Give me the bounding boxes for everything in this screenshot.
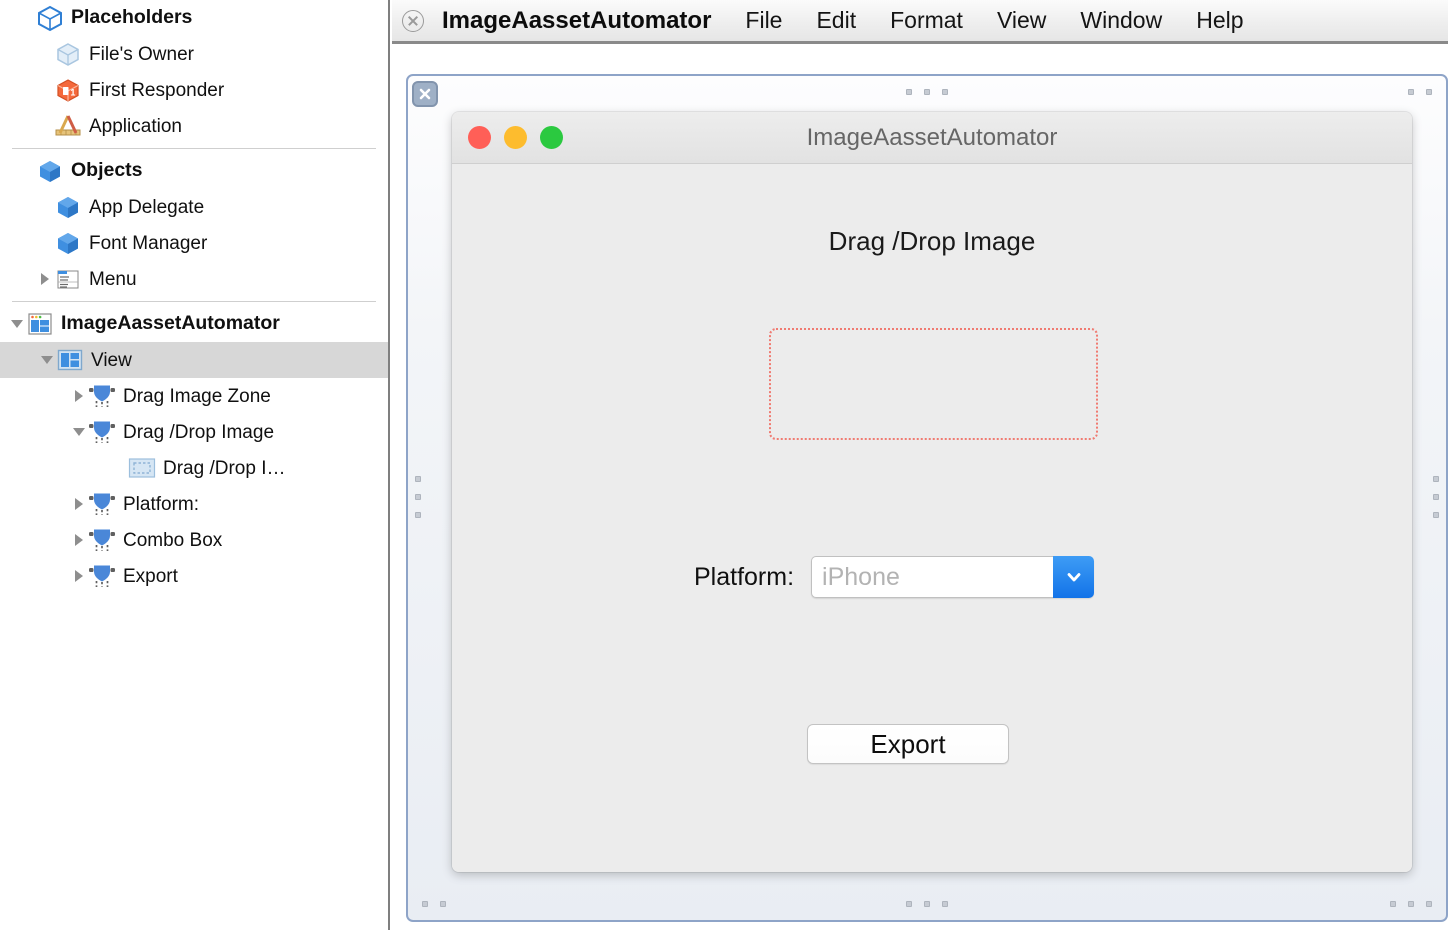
outline-item-view[interactable]: View <box>0 342 388 378</box>
menu-item-window[interactable]: Window <box>1080 7 1162 34</box>
cube-orange-one-icon: 1 <box>54 76 82 104</box>
view-control-icon <box>88 490 116 518</box>
outline-group-placeholders[interactable]: Placeholders <box>0 0 388 36</box>
platform-combo-box[interactable]: iPhone <box>811 556 1094 598</box>
outline-item-label: Platform: <box>123 495 199 514</box>
outline-item-first-responder[interactable]: 1 First Responder <box>0 72 388 108</box>
menu-item-help[interactable]: Help <box>1196 7 1243 34</box>
outline-item-drag-image-zone[interactable]: Drag Image Zone <box>0 378 388 414</box>
app-window-titlebar: ImageAassetAutomator <box>452 112 1412 164</box>
outline-item-label: Application <box>89 117 182 136</box>
cube-wireframe-icon <box>54 40 82 68</box>
canvas-sheet: ImageAassetAutomator Drag /Drop Image Pl… <box>406 74 1448 922</box>
menu-icon <box>54 265 82 293</box>
simulated-app-window: ImageAassetAutomator Drag /Drop Image Pl… <box>452 112 1412 872</box>
outline-divider <box>12 301 376 302</box>
canvas-grip-left[interactable] <box>415 476 421 518</box>
outline-item-label: Drag /Drop Image <box>123 423 274 442</box>
canvas-grip-bottom[interactable] <box>906 901 948 907</box>
drag-drop-image-title: Drag /Drop Image <box>452 226 1412 257</box>
view-control-icon <box>88 526 116 554</box>
view-layout-icon <box>56 346 84 374</box>
outline-item-label: Menu <box>89 270 137 289</box>
canvas-grip-top[interactable] <box>906 89 948 95</box>
platform-row: Platform: iPhone <box>694 556 1094 598</box>
outline-item-label: Drag Image Zone <box>123 387 271 406</box>
platform-combo-input[interactable]: iPhone <box>811 556 1053 598</box>
outline-item-drag-drop-image[interactable]: Drag /Drop Image <box>0 414 388 450</box>
outline-item-label: Font Manager <box>89 234 207 253</box>
app-window-title: ImageAassetAutomator <box>452 124 1412 152</box>
cube-blue-icon <box>36 157 64 185</box>
svg-text:1: 1 <box>70 87 75 97</box>
platform-label: Platform: <box>694 563 794 592</box>
image-well-icon <box>128 454 156 482</box>
outline-item-document-root[interactable]: ImageAassetAutomator <box>0 306 388 342</box>
outline-item-label: File's Owner <box>89 45 194 64</box>
outline-item-files-owner[interactable]: File's Owner <box>0 36 388 72</box>
outline-item-menu[interactable]: Menu <box>0 261 388 297</box>
outline-item-label: View <box>91 351 132 370</box>
menu-item-view[interactable]: View <box>997 7 1046 34</box>
disclosure-triangle-platform[interactable] <box>70 486 88 522</box>
outline-item-platform[interactable]: Platform: <box>0 486 388 522</box>
disclosure-triangle-menu[interactable] <box>36 261 54 297</box>
app-window-content: Drag /Drop Image Platform: iPhone <box>452 164 1412 872</box>
cube-outline-icon <box>36 4 64 32</box>
ruler-pencil-icon <box>54 112 82 140</box>
close-x-icon[interactable] <box>412 81 438 107</box>
outline-group-objects[interactable]: Objects <box>0 153 388 189</box>
menu-item-edit[interactable]: Edit <box>816 7 856 34</box>
outline-item-app-delegate[interactable]: App Delegate <box>0 189 388 225</box>
disclosure-triangle-view[interactable] <box>38 342 56 378</box>
close-circle-icon[interactable] <box>402 10 424 32</box>
outline-item-label: App Delegate <box>89 198 204 217</box>
outline-item-combo-box[interactable]: Combo Box <box>0 522 388 558</box>
outline-item-label: Combo Box <box>123 531 222 550</box>
outline-item-application[interactable]: Application <box>0 108 388 144</box>
outline-item-label: ImageAassetAutomator <box>61 314 280 334</box>
menu-bar: ImageAassetAutomator File Edit Format Vi… <box>392 0 1448 44</box>
disclosure-triangle-combo-box[interactable] <box>70 522 88 558</box>
outline-item-label: Drag /Drop I… <box>163 459 285 478</box>
outline-item-font-manager[interactable]: Font Manager <box>0 225 388 261</box>
outline-divider <box>12 148 376 149</box>
window-minimize-button[interactable] <box>504 126 527 149</box>
outline-item-drag-drop-image-cell[interactable]: Drag /Drop I… <box>0 450 388 486</box>
view-control-icon <box>88 418 116 446</box>
menu-item-format[interactable]: Format <box>890 7 963 34</box>
drag-drop-image-well[interactable] <box>769 328 1098 440</box>
canvas-grip-right[interactable] <box>1433 476 1439 518</box>
window-zoom-button[interactable] <box>540 126 563 149</box>
disclosure-triangle-export[interactable] <box>70 558 88 594</box>
cube-blue-icon <box>54 193 82 221</box>
disclosure-triangle-drag-image-zone[interactable] <box>70 378 88 414</box>
outline-group-label: Placeholders <box>71 8 192 28</box>
outline-group-label: Objects <box>71 161 143 181</box>
editor-area: ImageAassetAutomator File Edit Format Vi… <box>392 0 1448 930</box>
document-outline-panel: Placeholders File's Owner 1 <box>0 0 390 930</box>
cube-blue-icon <box>54 229 82 257</box>
window-layout-icon <box>26 310 54 338</box>
canvas-grip-bottom-left[interactable] <box>422 901 446 907</box>
traffic-lights <box>468 126 563 149</box>
disclosure-triangle-drag-drop-image[interactable] <box>70 414 88 450</box>
view-control-icon <box>88 562 116 590</box>
window-close-button[interactable] <box>468 126 491 149</box>
chevron-down-icon[interactable] <box>1053 556 1094 598</box>
outline-item-label: First Responder <box>89 81 224 100</box>
disclosure-triangle-document[interactable] <box>8 306 26 342</box>
canvas-grip-top-right[interactable] <box>1408 89 1432 95</box>
view-control-icon <box>88 382 116 410</box>
outline-item-label: Export <box>123 567 178 586</box>
xcode-interface-builder-window: Placeholders File's Owner 1 <box>0 0 1448 930</box>
menu-item-file[interactable]: File <box>745 7 782 34</box>
canvas-grip-bottom-right[interactable] <box>1390 901 1432 907</box>
outline-item-export[interactable]: Export <box>0 558 388 594</box>
menu-app-title[interactable]: ImageAassetAutomator <box>442 7 711 35</box>
export-button[interactable]: Export <box>807 724 1009 764</box>
